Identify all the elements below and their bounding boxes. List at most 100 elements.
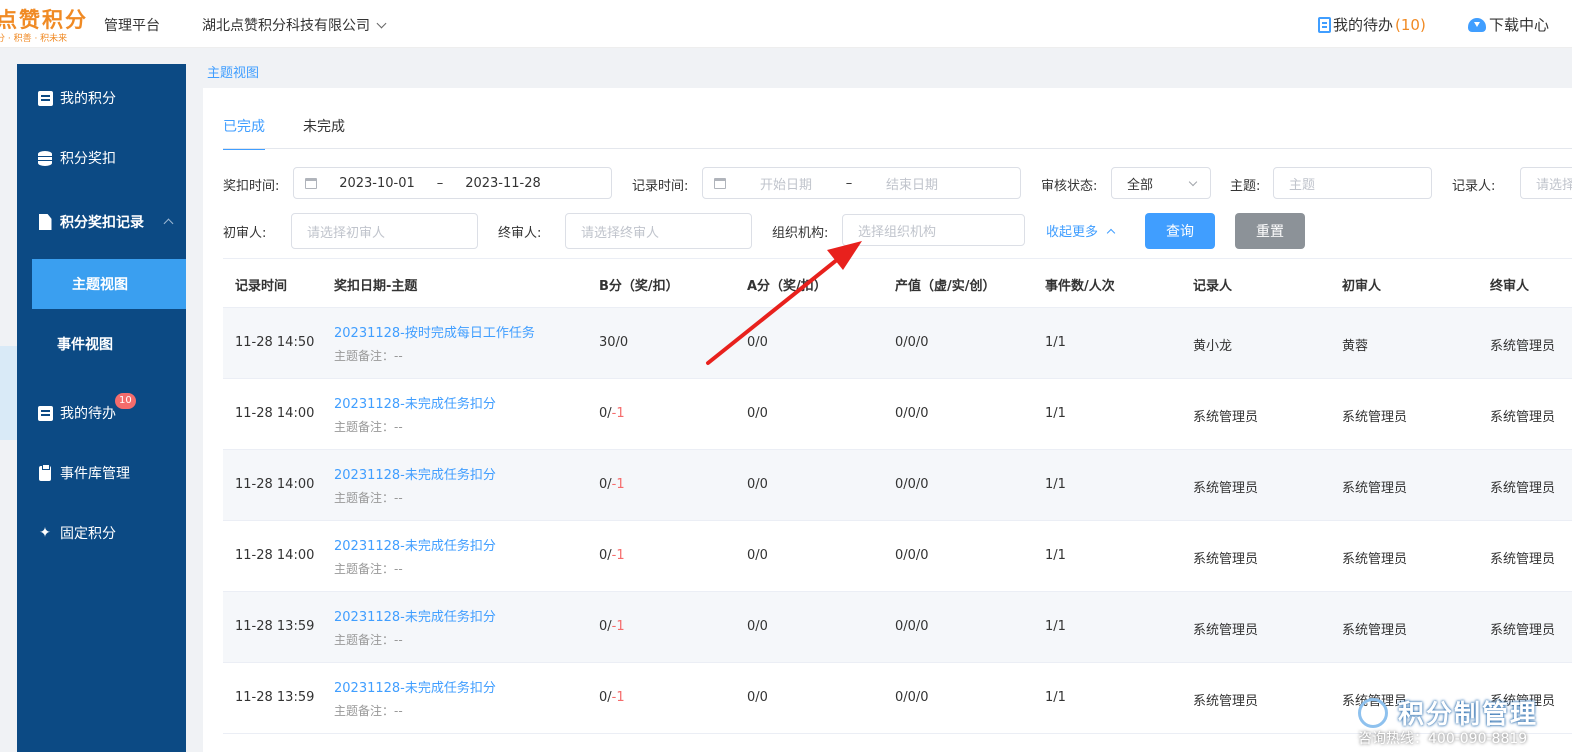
sidebar-item-my-todo[interactable]: 我的待办 10 [17,390,186,436]
range-separator: – [436,175,444,191]
cell-b-score: 0/-1 [599,548,625,563]
cell-event-count: 1/1 [1045,406,1066,421]
topic-link[interactable]: 20231128-未完成任务扣分 [334,464,496,483]
record-end-placeholder: 结束日期 [885,177,938,193]
tab-completed[interactable]: 已完成 [223,116,265,150]
table-row[interactable]: 11-28 14:00 20231128-未完成任务扣分 主题备注：-- 0/-1 0/… [223,450,1572,521]
table-row[interactable]: 11-28 14:00 20231128-未完成任务扣分 主题备注：-- 0/-1 0/… [223,379,1572,450]
my-todo-link[interactable]: 我的待办 (10) [1318,14,1426,35]
cell-event-count: 1/1 [1045,690,1066,705]
topic-input[interactable]: 主题 [1273,167,1432,199]
sidebar-item-score-award[interactable]: 积分奖扣 [17,135,186,181]
topic-link[interactable]: 20231128-按时完成每日工作任务 [334,322,535,341]
cell-output-value: 0/0/0 [895,548,929,563]
sidebar-item-my-score[interactable]: 我的积分 [17,75,186,121]
b-score-deduct: -1 [611,690,625,705]
cell-a-score: 0/0 [747,619,768,634]
todo-badge: 10 [115,393,136,409]
final-reviewer-select[interactable]: 请选择终审人 [565,213,752,249]
company-selector[interactable]: 湖北点赞积分科技有限公司 [202,15,387,35]
todo-count: (10) [1395,15,1426,34]
cell-final-reviewer: 系统管理员 [1490,623,1556,638]
reward-time-label: 奖扣时间: [223,179,280,194]
audit-status-label: 审核状态: [1041,179,1098,194]
topic-note: 主题备注：-- [334,704,403,718]
org-select[interactable]: 选择组织机构 [842,214,1025,246]
tab-incomplete[interactable]: 未完成 [303,116,345,148]
table-row[interactable]: 11-28 13:59 20231128-未完成任务扣分 主题备注：-- 0/-1 0/… [223,663,1572,734]
logo-slogan: 分 · 积善 · 积未来 [0,34,68,44]
col-header: A分（奖/扣） [747,279,827,294]
table-row[interactable]: 11-28 14:50 20231128-按时完成每日工作任务 主题备注：-- 30/… [223,308,1572,379]
collapse-more-link[interactable]: 收起更多 [1046,221,1116,240]
final-reviewer-placeholder: 请选择终审人 [581,225,660,241]
col-header: 产值（虚/实/创） [895,279,996,294]
reward-end-date: 2023-11-28 [465,175,541,191]
cell-event-count: 1/1 [1045,335,1066,350]
recorder-select[interactable]: 请选择 [1520,167,1572,199]
col-header: 记录时间 [235,279,288,294]
cell-final-reviewer: 系统管理员 [1490,339,1556,354]
download-label: 下载中心 [1489,16,1550,34]
table-row[interactable]: 11-28 13:59 20231128-未完成任务扣分主题备注：-- 0/-1 0/… [223,592,1572,663]
query-button[interactable]: 查询 [1145,213,1215,249]
status-tabs: 已完成 未完成 [223,116,383,150]
sidebar-item-event-view[interactable]: 事件视图 [17,321,186,367]
topic-note: 主题备注：-- [334,491,403,505]
reward-start-date: 2023-10-01 [339,175,415,191]
col-header: 记录人 [1193,279,1233,294]
col-header: 终审人 [1490,279,1530,294]
platform-title: 管理平台 [104,18,160,34]
cell-first-reviewer: 系统管理员 [1342,552,1408,567]
topic-note: 主题备注：-- [334,562,403,576]
cell-final-reviewer: 系统管理员 [1490,694,1556,709]
first-reviewer-select[interactable]: 请选择初审人 [291,213,478,249]
first-reviewer-label: 初审人: [223,226,267,241]
cell-b-score: 0/-1 [599,619,625,634]
cell-record-time: 11-28 14:00 [235,406,315,421]
topic-note: 主题备注：-- [334,420,403,434]
col-header: 奖扣日期-主题 [334,279,418,294]
audit-status-value: 全部 [1127,177,1154,193]
cell-topic: 20231128-未完成任务扣分主题备注：-- [334,677,496,719]
cell-output-value: 0/0/0 [895,406,929,421]
company-name: 湖北点赞积分科技有限公司 [202,18,370,34]
sidebar-item-label: 积分奖扣记录 [60,215,144,231]
download-center-link[interactable]: 下载中心 [1468,14,1549,35]
sidebar-item-label: 我的待办 [60,406,116,422]
brand-logo[interactable]: 点赞积分 分 · 积善 · 积未来 [0,2,91,44]
breadcrumb[interactable]: 主题视图 [207,62,259,81]
sidebar-item-label: 固定积分 [60,526,116,542]
topic-link[interactable]: 20231128-未完成任务扣分 [334,535,496,554]
cell-final-reviewer: 系统管理员 [1490,552,1556,567]
top-header: 点赞积分 分 · 积善 · 积未来 管理平台 湖北点赞积分科技有限公司 我的待办… [0,0,1572,48]
audit-status-select[interactable]: 全部 [1111,167,1211,199]
org-label: 组织机构: [772,226,829,241]
records-table: 记录时间 奖扣日期-主题 B分（奖/扣） A分（奖/扣） 产值（虚/实/创） 事… [223,258,1572,734]
topic-note: 主题备注：-- [334,633,403,647]
reset-button[interactable]: 重置 [1235,213,1305,249]
cell-record-time: 11-28 13:59 [235,619,315,634]
sidebar-item-award-records[interactable]: 积分奖扣记录 [17,199,186,245]
topic-link[interactable]: 20231128-未完成任务扣分 [334,677,496,696]
table-row[interactable]: 11-28 14:00 20231128-未完成任务扣分 主题备注：-- 0/-1 0/… [223,521,1572,592]
sidebar-item-label: 事件视图 [57,337,113,353]
sidebar-item-topic-view[interactable]: 主题视图 [32,259,186,309]
col-header: 初审人 [1342,279,1382,294]
reward-date-range[interactable]: 2023-10-01 – 2023-11-28 [293,167,612,199]
sidebar-item-event-library[interactable]: 事件库管理 [17,450,186,496]
topic-link[interactable]: 20231128-未完成任务扣分 [334,606,496,625]
sidebar-item-fixed-score[interactable]: ✦ 固定积分 [17,510,186,556]
record-date-range[interactable]: 开始日期 – 结束日期 [702,167,1021,199]
final-reviewer-label: 终审人: [498,226,542,241]
topic-link[interactable]: 20231128-未完成任务扣分 [334,393,496,412]
chevron-up-icon [163,218,174,229]
recorder-placeholder: 请选择 [1536,177,1572,193]
b-score-award: 30/ [599,335,620,350]
cell-record-time: 11-28 14:50 [235,335,315,350]
cell-output-value: 0/0/0 [895,335,929,350]
cell-event-count: 1/1 [1045,477,1066,492]
col-header: 事件数/人次 [1045,279,1115,294]
recorder-label: 记录人: [1452,179,1496,194]
cell-a-score: 0/0 [747,548,768,563]
